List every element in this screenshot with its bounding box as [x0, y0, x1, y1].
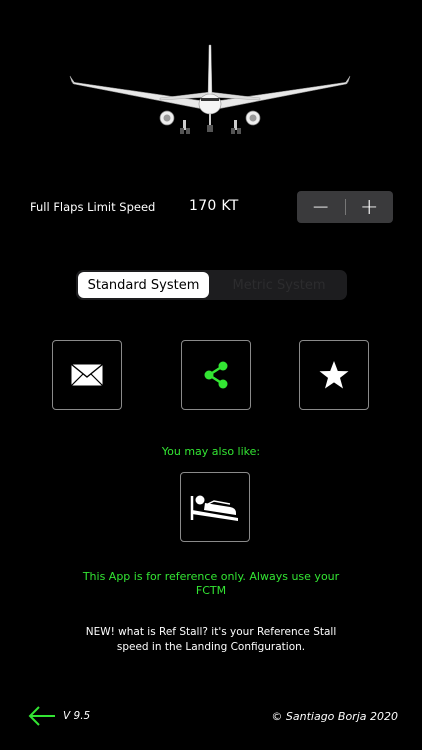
envelope-icon — [70, 363, 104, 387]
share-button[interactable] — [181, 340, 251, 410]
airplane-illustration-icon — [69, 44, 351, 134]
speed-stepper[interactable]: − + — [297, 191, 393, 223]
flaps-limit-speed-label: Full Flaps Limit Speed — [30, 200, 156, 214]
copyright-label: © Santiago Borja 2020 — [271, 710, 398, 723]
star-icon — [319, 361, 349, 389]
news-text: NEW! what is Ref Stall? it's your Refere… — [85, 626, 337, 653]
metric-system-segment[interactable]: Metric System — [213, 272, 345, 298]
decrement-button[interactable]: − — [297, 191, 345, 223]
sleeping-person-icon — [190, 495, 238, 521]
rate-button[interactable] — [299, 340, 369, 410]
disclaimer-text: This App is for reference only. Always u… — [82, 570, 340, 597]
share-icon — [204, 361, 228, 389]
speed-value: 170 KT — [189, 198, 239, 214]
unit-system-segmented-control: Standard System Metric System — [76, 270, 347, 300]
arrow-left-icon[interactable] — [27, 705, 57, 727]
increment-button[interactable]: + — [346, 191, 394, 223]
version-label: V 9.5 — [63, 710, 91, 722]
recommended-app-button[interactable] — [180, 472, 250, 542]
also-like-heading: You may also like: — [161, 445, 261, 458]
standard-system-segment[interactable]: Standard System — [78, 272, 209, 298]
mail-button[interactable] — [52, 340, 122, 410]
